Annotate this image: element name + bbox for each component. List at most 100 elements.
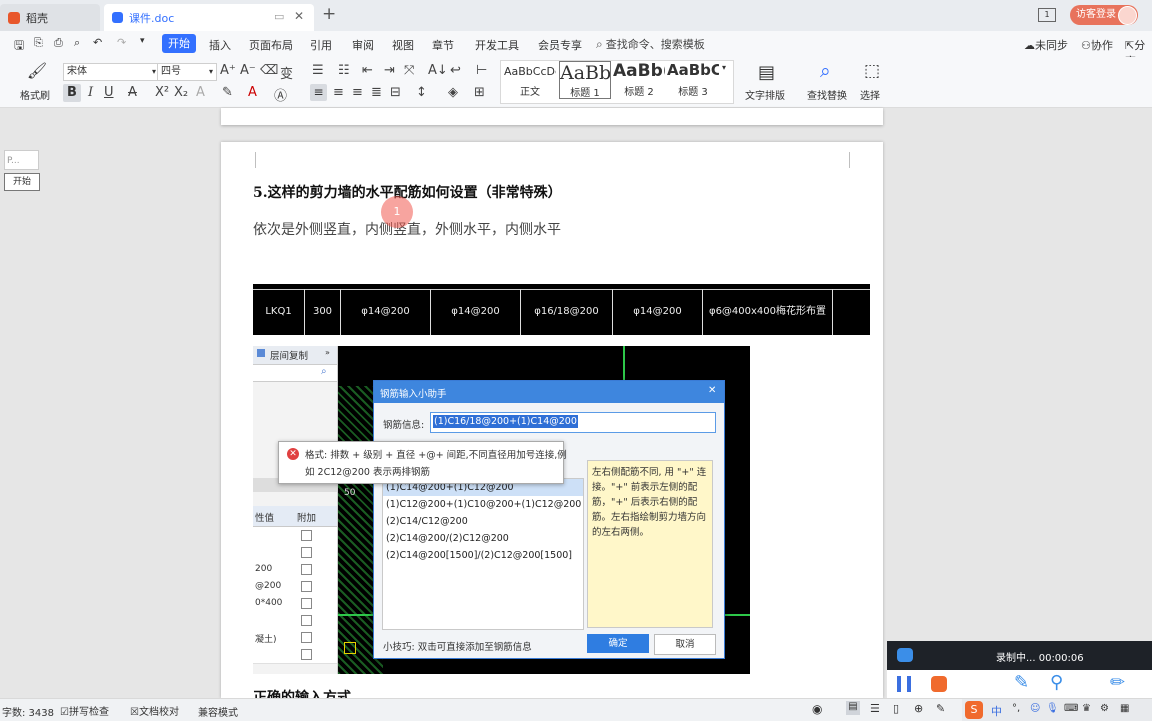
checkbox[interactable] xyxy=(301,632,312,643)
draw-icon[interactable]: ✏ xyxy=(1110,672,1125,693)
checkbox[interactable] xyxy=(301,564,312,575)
style-heading1[interactable]: AaBb 标题 1 xyxy=(559,61,611,99)
window-restore-icon[interactable]: ▭ xyxy=(274,10,284,23)
apps-icon[interactable]: ▦ xyxy=(1120,703,1129,714)
stop-icon[interactable] xyxy=(931,676,947,692)
left-panel-title[interactable]: 层间复制 xyxy=(270,348,308,362)
tab-stop-icon[interactable]: ⊢ xyxy=(476,63,487,78)
menu-insert[interactable]: 插入 xyxy=(209,37,231,53)
font-color-icon[interactable]: A xyxy=(248,85,257,100)
phonetic-icon[interactable]: 变 xyxy=(280,63,293,82)
clear-format-icon[interactable]: ⌫ xyxy=(260,63,278,78)
select-label[interactable]: 选择 xyxy=(860,87,880,102)
pen-highlight-icon[interactable]: ✎ xyxy=(1014,672,1029,693)
mic-icon[interactable]: 🎙 xyxy=(1046,703,1059,714)
spell-check[interactable]: ☑拼写检查 xyxy=(60,703,109,718)
list-item[interactable]: (2)C14/C12@200 xyxy=(383,513,583,530)
text-effect-button[interactable]: A xyxy=(196,85,205,100)
bullets-icon[interactable]: ☰ xyxy=(312,63,324,78)
checkbox[interactable] xyxy=(301,547,312,558)
command-search[interactable]: ⌕ 查找命令、搜索模板 xyxy=(596,35,705,53)
export-icon[interactable]: ⎘ xyxy=(34,36,43,50)
format-painter-label[interactable]: 格式刷 xyxy=(20,87,50,102)
italic-button[interactable]: I xyxy=(88,85,93,100)
align-right-icon[interactable]: ≡ xyxy=(352,85,363,100)
find-replace-label[interactable]: 查找替换 xyxy=(807,87,847,102)
emoji-icon[interactable]: ☺ xyxy=(1030,703,1040,714)
table-row[interactable]: 凝土) xyxy=(253,629,337,647)
menu-member[interactable]: 会员专享 xyxy=(538,37,582,53)
decrease-indent-icon[interactable]: ⇤ xyxy=(362,63,373,78)
cancel-button[interactable]: 取消 xyxy=(654,634,716,655)
align-left-button[interactable]: ≡ xyxy=(310,84,327,101)
font-size-select[interactable]: 四号 ▾ xyxy=(157,63,217,81)
outline-view-icon[interactable]: ☰ xyxy=(870,702,880,715)
checkbox[interactable] xyxy=(301,530,312,541)
table-row[interactable]: 200 xyxy=(253,561,337,579)
style-normal[interactable]: AaBbCcDd 正文 xyxy=(504,61,556,99)
rebar-field[interactable]: (1)C16/18@200+(1)C14@200 xyxy=(430,412,716,433)
redo-icon[interactable]: ↷ xyxy=(117,36,126,49)
text-layout-label[interactable]: 文字排版 xyxy=(745,87,785,102)
increase-indent-icon[interactable]: ⇥ xyxy=(384,63,395,78)
bold-button[interactable]: B xyxy=(63,84,81,102)
left-panel-search[interactable]: ⌕ xyxy=(253,365,337,382)
menu-home[interactable]: 开始 xyxy=(162,34,196,53)
checkbox[interactable] xyxy=(301,581,312,592)
web-view-icon[interactable]: ⊕ xyxy=(914,702,923,715)
highlight-icon[interactable]: ✎ xyxy=(222,85,233,100)
cloud-sync[interactable]: ☁未同步 xyxy=(1024,37,1068,53)
collaborate[interactable]: ⚇协作 xyxy=(1081,37,1113,53)
menu-chapter[interactable]: 章节 xyxy=(432,37,454,53)
find-replace-icon[interactable]: ⌕ xyxy=(820,60,831,82)
toolbox-icon[interactable]: ⚙ xyxy=(1100,703,1109,714)
sort-icon[interactable]: A↓ xyxy=(428,63,448,78)
underline-button[interactable]: U xyxy=(104,85,114,100)
menu-view[interactable]: 视图 xyxy=(392,37,414,53)
table-row[interactable]: @200 xyxy=(253,578,337,596)
strikethrough-button[interactable]: A xyxy=(128,85,137,100)
undo-icon[interactable]: ↶ xyxy=(93,36,102,49)
reading-view-icon[interactable]: ▯ xyxy=(893,702,899,715)
numbering-icon[interactable]: ☷ xyxy=(338,63,350,78)
quick-access-dropdown-icon[interactable]: ▾ xyxy=(140,36,145,46)
print-preview-icon[interactable]: ⌕ xyxy=(74,36,80,50)
show-marks-icon[interactable]: ↩ xyxy=(450,63,461,78)
page-thumbnail[interactable]: P... xyxy=(4,150,39,170)
text-layout-icon[interactable]: ▤ xyxy=(758,62,775,83)
table-row[interactable] xyxy=(253,527,337,545)
punct-icon[interactable]: °, xyxy=(1012,703,1020,714)
chinese-layout-icon[interactable]: ⤧ xyxy=(404,63,414,78)
menu-page-layout[interactable]: 页面布局 xyxy=(249,37,293,53)
align-center-icon[interactable]: ≡ xyxy=(333,85,344,100)
checkbox[interactable] xyxy=(301,598,312,609)
tab-document[interactable]: 课件.doc ▭ ✕ xyxy=(104,4,314,31)
checkbox[interactable] xyxy=(301,615,312,626)
style-heading3[interactable]: AaBbC( 标题 3 xyxy=(667,61,719,99)
page-view-icon[interactable]: ▤ xyxy=(846,701,860,715)
table-row[interactable] xyxy=(253,612,337,630)
save-icon[interactable]: 🖫 xyxy=(14,36,24,57)
style-gallery-expand-icon[interactable]: ▾ xyxy=(722,63,726,72)
checkbox[interactable] xyxy=(301,649,312,660)
keyboard-icon[interactable]: ⌨ xyxy=(1064,703,1078,714)
doc-proofread[interactable]: ☒文档校对 xyxy=(130,703,179,718)
print-icon[interactable]: ⎙ xyxy=(54,36,63,50)
table-row[interactable] xyxy=(253,646,337,664)
format-painter-icon[interactable]: 🖌 xyxy=(22,61,52,81)
sogou-ime-icon[interactable]: S xyxy=(965,701,983,719)
tab-close-icon[interactable]: ✕ xyxy=(294,9,304,23)
panel-collapse-icon[interactable]: » xyxy=(325,348,330,357)
avatar[interactable] xyxy=(1118,6,1137,25)
eye-protect-icon[interactable]: ◉ xyxy=(812,702,822,716)
subscript-button[interactable]: X₂ xyxy=(174,85,188,100)
word-count[interactable]: 字数: 3438 xyxy=(2,704,54,719)
char-border-icon[interactable]: Ⓐ xyxy=(274,85,287,104)
decrease-font-icon[interactable]: A⁻ xyxy=(240,63,256,78)
tab-docer[interactable]: 稻壳 xyxy=(0,4,100,31)
line-spacing-icon[interactable]: ↕ xyxy=(416,85,427,100)
menu-developer[interactable]: 开发工具 xyxy=(475,37,519,53)
menu-review[interactable]: 审阅 xyxy=(352,37,374,53)
menu-references[interactable]: 引用 xyxy=(310,37,332,53)
document-page[interactable]: 5.这样的剪力墙的水平配筋如何设置（非常特殊） 依次是外侧竖直，内侧竖直，外侧水… xyxy=(221,142,883,698)
